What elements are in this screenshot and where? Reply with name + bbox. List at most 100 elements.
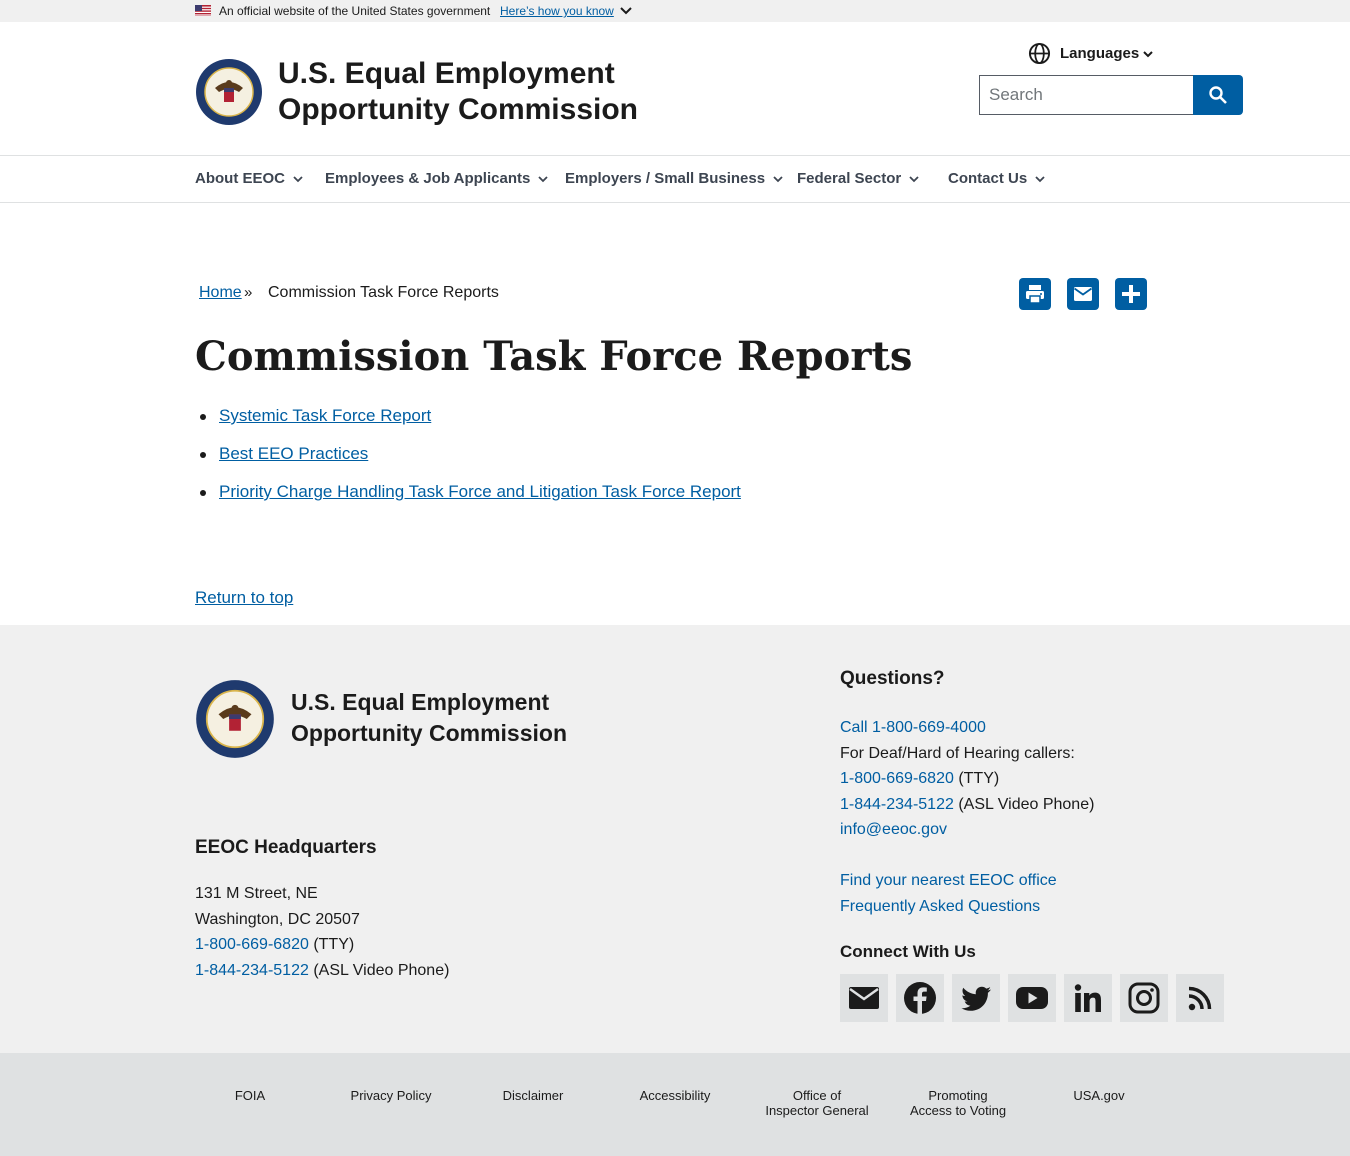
promoting-voting-link[interactable]: Promoting Access to Voting [898,1088,1018,1118]
chevron-down-icon [909,176,919,183]
linkedin-icon [1074,984,1101,1012]
connect-heading: Connect With Us [840,942,976,961]
promoting-voting-link-line1: Promoting [928,1088,988,1103]
eeoc-seal-logo[interactable] [195,679,275,759]
email-icon [849,987,879,1009]
chevron-down-icon[interactable] [619,5,633,17]
foia-link[interactable]: FOIA [215,1088,285,1103]
nav-item-contact-us[interactable]: Contact Us [948,170,1045,187]
tty-label: (TTY) [958,770,1000,787]
inspector-general-link[interactable]: Office of Inspector General [752,1088,882,1118]
accessibility-link-label: Accessibility [639,1088,711,1103]
tty-label: (TTY) [313,936,355,953]
us-flag-icon [195,5,211,16]
chevron-down-icon [773,176,783,183]
tty-phone-link[interactable]: 1-800-669-6820 [840,770,954,787]
social-rss-button[interactable] [1176,974,1224,1022]
agency-title-line1: U.S. Equal Employment [278,57,615,90]
nav-item-label: Employees & Job Applicants [325,170,531,187]
site-header: U.S. Equal Employment Opportunity Commis… [0,22,1350,156]
agency-title-line2: Opportunity Commission [278,93,638,126]
nav-item-label: Employers / Small Business [565,170,766,187]
eeoc-seal-logo[interactable] [195,58,263,126]
chevron-down-icon [538,176,548,183]
email-share-button[interactable] [1067,278,1099,310]
inspector-general-link-line1: Office of [792,1088,842,1103]
list-item: Systemic Task Force Report [200,406,741,444]
disclaimer-link[interactable]: Disclaimer [493,1088,573,1103]
chevron-down-icon [1035,176,1045,183]
search-input[interactable] [979,75,1193,115]
footer: U.S. Equal Employment Opportunity Commis… [0,625,1350,1053]
social-email-button[interactable] [840,974,888,1022]
share-button[interactable] [1115,278,1147,310]
foia-link-label: FOIA [234,1088,266,1103]
disclaimer-link-label: Disclaimer [502,1088,564,1103]
hq-tty-phone-link[interactable]: 1-800-669-6820 [195,936,309,953]
nav-item-federal-sector[interactable]: Federal Sector [797,170,919,187]
list-item: Priority Charge Handling Task Force and … [200,482,741,520]
privacy-policy-link[interactable]: Privacy Policy [341,1088,441,1103]
email-icon [1073,287,1093,301]
nav-item-employees[interactable]: Employees & Job Applicants [325,170,548,187]
social-twitter-button[interactable] [952,974,1000,1022]
email-link[interactable]: info@eeoc.gov [840,821,947,838]
usa-gov-link[interactable]: USA.gov [1064,1088,1134,1103]
inspector-general-link-line2: Inspector General [765,1103,869,1118]
footer-bottom-links: FOIA Privacy Policy Disclaimer Accessibi… [0,1053,1350,1156]
social-youtube-button[interactable] [1008,974,1056,1022]
privacy-policy-link-label: Privacy Policy [350,1088,432,1103]
nav-item-employers[interactable]: Employers / Small Business [565,170,783,187]
twitter-icon [961,986,991,1011]
address-line1: 131 M Street, NE [195,885,318,902]
nav-item-label: Federal Sector [797,170,902,187]
globe-icon [1028,42,1051,65]
deaf-callers-text: For Deaf/Hard of Hearing callers: [840,744,1075,762]
report-links-list: Systemic Task Force Report Best EEO Prac… [200,406,741,520]
list-item: Best EEO Practices [200,444,741,482]
chevron-down-icon [1143,51,1153,58]
gov-banner: An official website of the United States… [0,0,1350,22]
priority-charge-handling-report-link[interactable]: Priority Charge Handling Task Force and … [219,482,741,501]
facebook-icon [904,982,936,1014]
social-linkedin-button[interactable] [1064,974,1112,1022]
main-nav: About EEOC Employees & Job Applicants Em… [0,156,1350,203]
usa-gov-link-label: USA.gov [1073,1088,1125,1103]
gov-banner-text: An official website of the United States… [219,4,491,18]
breadcrumb-separator: » [244,284,253,301]
chevron-down-icon [293,176,303,183]
asl-label: (ASL Video Phone) [958,795,1095,813]
find-office-link[interactable]: Find your nearest EEOC office [840,872,1057,889]
page-title: Commission Task Force Reports [195,333,913,380]
agency-title[interactable]: U.S. Equal Employment Opportunity Commis… [278,56,698,128]
accessibility-link[interactable]: Accessibility [625,1088,725,1103]
footer-agency-title: U.S. Equal Employment Opportunity Commis… [291,687,611,749]
address-line2: Washington, DC 20507 [195,910,360,928]
breadcrumb-current: Commission Task Force Reports [268,284,499,301]
faq-link[interactable]: Frequently Asked Questions [840,898,1040,915]
print-button[interactable] [1019,278,1051,310]
breadcrumb-home-link[interactable]: Home [199,284,242,302]
languages-label: Languages [1060,45,1140,62]
search-button[interactable] [1193,75,1243,115]
best-eeo-practices-link[interactable]: Best EEO Practices [219,444,368,463]
social-instagram-button[interactable] [1120,974,1168,1022]
hq-heading: EEOC Headquarters [195,837,377,858]
youtube-icon [1016,987,1048,1009]
how-you-know-link[interactable]: Here’s how you know [500,4,614,18]
footer-agency-title-line2: Opportunity Commission [291,720,567,746]
search-icon [1209,86,1227,104]
nav-item-about-eeoc[interactable]: About EEOC [195,170,303,187]
promoting-voting-link-line2: Access to Voting [909,1103,1007,1118]
systemic-task-force-report-link[interactable]: Systemic Task Force Report [219,406,431,425]
hq-asl-phone-link[interactable]: 1-844-234-5122 [195,962,309,979]
call-phone-link[interactable]: Call 1-800-669-4000 [840,719,986,736]
print-icon [1026,285,1044,304]
return-to-top-link[interactable]: Return to top [195,588,293,608]
asl-phone-link[interactable]: 1-844-234-5122 [840,796,954,813]
hq-address: 131 M Street, NE Washington, DC 20507 1-… [195,881,449,983]
instagram-icon [1128,982,1160,1014]
asl-label: (ASL Video Phone) [313,961,450,979]
social-facebook-button[interactable] [896,974,944,1022]
questions-heading: Questions? [840,668,945,689]
